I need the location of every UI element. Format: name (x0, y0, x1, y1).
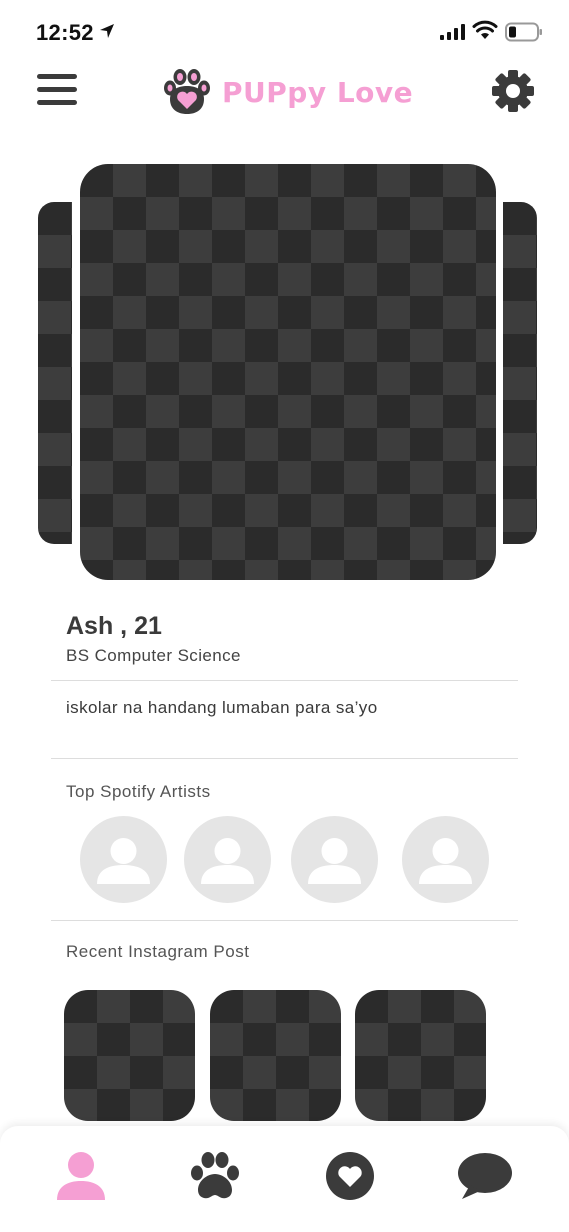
settings-button[interactable] (490, 68, 536, 114)
tab-match[interactable] (185, 1146, 245, 1206)
chat-bubble-icon (458, 1153, 512, 1199)
spotify-artist-3[interactable] (291, 816, 378, 903)
app-title: PUPpy Love (222, 75, 414, 109)
profile-bio: iskolar na handang lumaban para sa’yo (66, 698, 378, 717)
divider (51, 920, 518, 921)
profile-course: BS Computer Science (66, 646, 241, 665)
spotify-artist-2[interactable] (184, 816, 271, 903)
app-header: PUPpy Love (0, 62, 569, 122)
spotify-section-title: Top Spotify Artists (66, 782, 211, 801)
tab-profile[interactable] (51, 1146, 111, 1206)
profile-icon (57, 1152, 105, 1200)
wifi-icon (472, 20, 498, 39)
default-avatar-icon (201, 838, 254, 884)
tab-messages[interactable] (455, 1146, 515, 1206)
instagram-post-1[interactable] (64, 990, 195, 1121)
battery-icon (505, 22, 542, 42)
profile-photo[interactable] (80, 164, 496, 580)
hamburger-menu-icon (37, 74, 79, 105)
profile-name-age: Ash , 21 (66, 612, 162, 640)
paw-icon (191, 1152, 239, 1199)
spotify-artist-4[interactable] (402, 816, 489, 903)
status-time: 12:52 (36, 20, 94, 45)
instagram-post-3[interactable] (355, 990, 486, 1121)
tab-likes[interactable] (320, 1146, 380, 1206)
cellular-signal-icon (440, 24, 465, 40)
previous-photo-card[interactable] (38, 202, 72, 544)
default-avatar-icon (308, 838, 361, 884)
divider (51, 758, 518, 759)
default-avatar-icon (97, 838, 150, 884)
next-photo-card[interactable] (503, 202, 537, 544)
divider (51, 680, 518, 681)
location-arrow-icon (100, 24, 114, 38)
menu-button[interactable] (37, 74, 79, 108)
spotify-artist-1[interactable] (80, 816, 167, 903)
instagram-post-2[interactable] (210, 990, 341, 1121)
app-logo: PUPpy Love (162, 68, 413, 116)
instagram-section-title: Recent Instagram Post (66, 942, 250, 961)
status-bar: 12:52 (0, 0, 569, 60)
gear-icon (492, 70, 534, 112)
bottom-tab-bar (0, 1126, 569, 1232)
paw-heart-logo-icon (164, 69, 210, 114)
default-avatar-icon (419, 838, 472, 884)
heart-icon (326, 1152, 374, 1200)
